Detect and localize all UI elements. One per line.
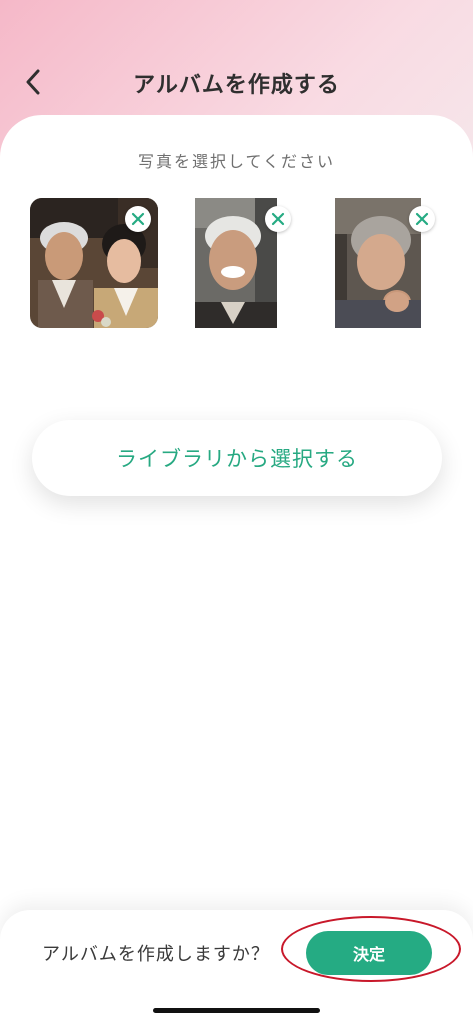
selected-photo-2[interactable] xyxy=(195,198,291,328)
selected-photo-1[interactable] xyxy=(30,198,158,328)
close-icon xyxy=(131,212,145,226)
select-from-library-button[interactable]: ライブラリから選択する xyxy=(32,420,442,496)
remove-photo-button[interactable] xyxy=(409,206,435,232)
page-title: アルバムを作成する xyxy=(133,73,340,98)
close-icon xyxy=(271,212,285,226)
remove-photo-button[interactable] xyxy=(125,206,151,232)
home-indicator xyxy=(153,1008,320,1013)
remove-photo-button[interactable] xyxy=(265,206,291,232)
select-photos-prompt: 写真を選択してください xyxy=(137,152,336,171)
close-icon xyxy=(415,212,429,226)
selected-photo-3[interactable] xyxy=(335,198,435,328)
create-album-question: アルバムを作成しますか？ xyxy=(42,944,270,965)
confirm-button[interactable]: 決定 xyxy=(306,931,432,975)
